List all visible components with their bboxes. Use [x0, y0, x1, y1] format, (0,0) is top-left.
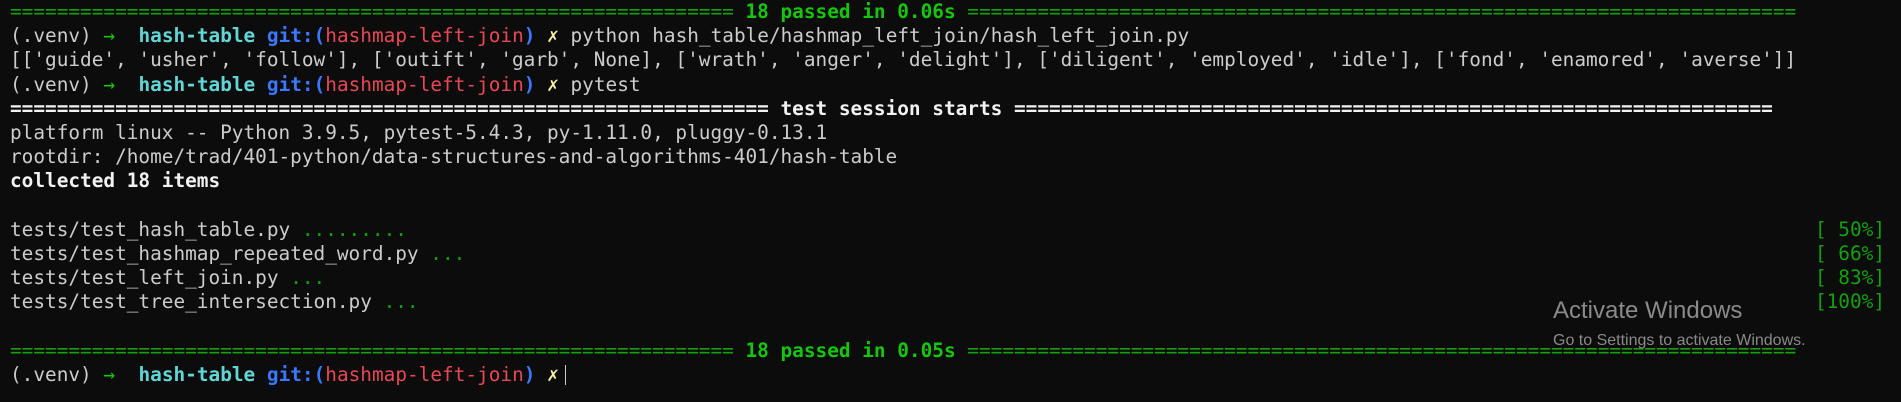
- command-text: pytest: [570, 72, 641, 96]
- git-dirty-icon: ✗: [547, 362, 559, 386]
- venv-label: (.venv): [10, 362, 92, 386]
- summary-rule-left: ========================================…: [10, 338, 734, 362]
- command-output: [['guide', 'usher', 'follow'], ['outift'…: [10, 48, 1797, 72]
- test-result-row: tests/test_left_join.py ... [ 83%]: [10, 266, 1885, 290]
- test-dots: .........: [290, 217, 407, 241]
- test-progress: [ 66%]: [1814, 241, 1885, 265]
- test-progress: [100%]: [1814, 290, 1885, 314]
- venv-label: (.venv): [10, 72, 92, 96]
- git-dirty-icon: ✗: [547, 72, 559, 96]
- prompt-line: (.venv) → hash-table git:(hashmap-left-j…: [10, 73, 1885, 97]
- platform-info: platform linux -- Python 3.9.5, pytest-5…: [10, 120, 828, 144]
- session-header: ========================================…: [10, 97, 1885, 121]
- summary-text: 18 passed in 0.06s: [733, 0, 968, 23]
- git-prefix: git:(: [266, 362, 326, 386]
- git-prefix: git:(: [266, 72, 326, 96]
- git-suffix: ): [523, 362, 536, 386]
- prompt-arrow-icon: →: [103, 24, 116, 48]
- summary-line-bottom: ========================================…: [10, 339, 1885, 363]
- git-prefix: git:(: [266, 24, 326, 48]
- summary-rule-right: ========================================…: [967, 338, 1797, 362]
- session-rule-left: ========================================…: [10, 96, 769, 120]
- collected-info: collected 18 items: [10, 169, 221, 193]
- git-dirty-icon: ✗: [547, 24, 559, 48]
- rootdir-info: rootdir: /home/trad/401-python/data-stru…: [10, 145, 898, 169]
- prompt-arrow-icon: →: [103, 72, 116, 96]
- test-result-row: tests/test_hashmap_repeated_word.py ... […: [10, 242, 1885, 266]
- session-title: test session starts: [768, 96, 1014, 120]
- test-result-row: tests/test_tree_intersection.py ... [100%…: [10, 290, 1885, 314]
- test-dots: ...: [418, 241, 466, 265]
- prompt-line: (.venv) → hash-table git:(hashmap-left-j…: [10, 24, 1885, 48]
- terminal-output[interactable]: ========================================…: [10, 0, 1885, 387]
- active-prompt-line[interactable]: (.venv) → hash-table git:(hashmap-left-j…: [10, 363, 1885, 387]
- summary-rule-right: ========================================…: [967, 0, 1797, 23]
- git-suffix: ): [523, 24, 536, 48]
- summary-text: 18 passed in 0.05s: [733, 338, 968, 362]
- test-file: tests/test_left_join.py: [10, 266, 279, 290]
- test-file: tests/test_tree_intersection.py: [10, 290, 372, 314]
- test-progress: [ 50%]: [1814, 217, 1885, 241]
- prompt-dir: hash-table: [138, 362, 256, 386]
- command-text: python hash_table/hashmap_left_join/hash…: [570, 24, 1190, 48]
- prompt-dir: hash-table: [138, 72, 256, 96]
- summary-line-top: ========================================…: [10, 0, 1885, 24]
- git-branch: hashmap-left-join: [325, 24, 524, 48]
- test-result-row: tests/test_hash_table.py ......... [ 50%]: [10, 218, 1885, 242]
- git-branch: hashmap-left-join: [325, 72, 524, 96]
- test-file: tests/test_hash_table.py: [10, 217, 291, 241]
- git-branch: hashmap-left-join: [325, 362, 524, 386]
- test-file: tests/test_hashmap_repeated_word.py: [10, 241, 419, 265]
- git-suffix: ): [523, 72, 536, 96]
- prompt-dir: hash-table: [138, 24, 256, 48]
- test-progress: [ 83%]: [1814, 266, 1885, 290]
- summary-rule-left: ========================================…: [10, 0, 734, 23]
- test-dots: ...: [371, 290, 419, 314]
- text-cursor[interactable]: [564, 365, 566, 386]
- session-rule-right: ========================================…: [1014, 96, 1773, 120]
- prompt-arrow-icon: →: [103, 362, 116, 386]
- venv-label: (.venv): [10, 24, 92, 48]
- test-dots: ...: [278, 266, 326, 290]
